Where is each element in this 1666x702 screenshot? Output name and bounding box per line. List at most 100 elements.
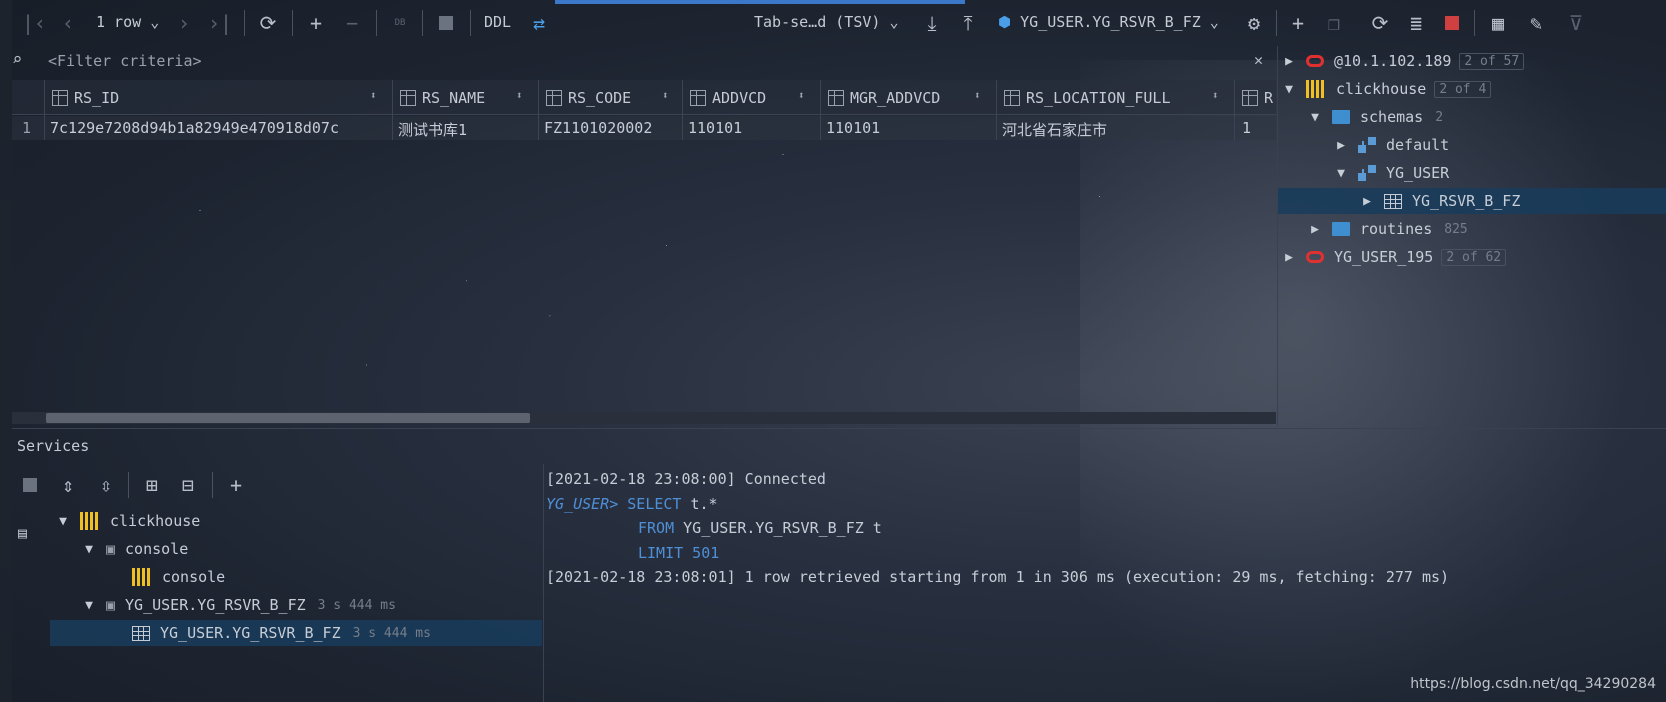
left-tool-strip <box>0 0 12 702</box>
rows-count-dropdown[interactable]: 1 row ⌄ <box>96 13 159 31</box>
tree-item-datasource[interactable]: ▶ @10.1.102.189 2 of 57 <box>1282 48 1525 74</box>
column-header-rs-name[interactable]: RS_NAME <box>400 87 485 109</box>
export-format-dropdown[interactable]: Tab-se…d (TSV) ⌄ <box>754 13 899 31</box>
collapse-arrow-icon[interactable]: ▼ <box>82 598 96 613</box>
last-page-icon[interactable]: ›| <box>208 10 232 36</box>
add-service-icon[interactable]: + <box>224 472 248 498</box>
tree-item-routines[interactable]: ▶ routines 825 <box>1308 216 1468 242</box>
tree-item-schemas[interactable]: ▼ schemas 2 <box>1308 104 1443 130</box>
add-datasource-icon[interactable]: + <box>1286 10 1310 36</box>
tree-item-yg-user-195[interactable]: ▶ YG_USER_195 2 of 62 <box>1282 244 1507 270</box>
sort-icon[interactable]: ⬍ <box>516 89 523 102</box>
column-header-rs-code[interactable]: RS_CODE <box>546 87 631 109</box>
elapsed-time: 3 s 444 ms <box>317 597 396 613</box>
scrollbar-thumb[interactable] <box>46 413 530 423</box>
collapse-arrow-icon[interactable]: ▼ <box>56 514 70 529</box>
cell-mgr-addvcd[interactable]: 110101 <box>826 119 996 137</box>
first-page-icon[interactable]: |‹ <box>22 10 46 36</box>
expand-arrow-icon[interactable]: ▶ <box>1360 194 1374 209</box>
group-icon[interactable]: ⊞ <box>140 472 164 498</box>
filter-bar[interactable]: ⌕ <Filter criteria> ✕ <box>12 48 1276 76</box>
ddl-button[interactable]: DDL <box>484 13 511 31</box>
count-badge: 2 of 4 <box>1434 80 1492 98</box>
column-label: RS_CODE <box>568 89 632 107</box>
table-view-icon[interactable]: ▦ <box>1486 10 1510 36</box>
collapse-arrow-icon[interactable]: ▼ <box>1308 110 1322 125</box>
item-count: 825 <box>1444 221 1468 237</box>
console-line-from: FROM YG_USER.YG_RSVR_B_FZ t <box>638 519 882 537</box>
column-header-mgr-addvcd[interactable]: MGR_ADDVCD <box>828 87 940 109</box>
cell-r[interactable]: 1 <box>1242 119 1272 137</box>
edit-icon[interactable]: ✎ <box>1524 10 1548 36</box>
tree-item-clickhouse[interactable]: ▼ clickhouse 2 of 4 <box>1282 76 1492 102</box>
service-item-session[interactable]: ▼ ▣ YG_USER.YG_RSVR_B_FZ 3 s 444 ms <box>82 592 396 618</box>
schema-icon <box>1358 165 1376 181</box>
compare-icon[interactable]: ⇄ <box>526 10 552 36</box>
remove-row-icon[interactable]: − <box>340 10 364 36</box>
service-item-console[interactable]: console <box>132 564 225 590</box>
table-selector-dropdown[interactable]: ⬢ YG_USER.YG_RSVR_B_FZ ⌄ <box>998 13 1219 31</box>
new-tab-icon[interactable]: ⊟ <box>176 472 200 498</box>
service-item-console-group[interactable]: ▼ ▣ console <box>82 536 188 562</box>
sort-icon[interactable]: ⬍ <box>662 89 669 102</box>
column-divider <box>820 80 821 140</box>
tree-item-label: @10.1.102.189 <box>1334 52 1452 70</box>
collapse-arrow-icon[interactable]: ▼ <box>1282 82 1296 97</box>
tree-item-yg-rsvr-b-fz[interactable]: ▶ YG_RSVR_B_FZ <box>1278 188 1666 214</box>
prev-page-icon[interactable]: ‹ <box>56 10 80 36</box>
column-divider <box>392 80 393 140</box>
tree-item-label: routines <box>1360 220 1433 238</box>
service-item-result[interactable]: YG_USER.YG_RSVR_B_FZ 3 s 444 ms <box>50 620 542 646</box>
column-header-rs-location-full[interactable]: RS_LOCATION_FULL <box>1004 87 1171 109</box>
column-header-addvcd[interactable]: ADDVCD <box>690 87 766 109</box>
tree-item-label: schemas <box>1360 108 1424 126</box>
clickhouse-icon <box>132 568 152 586</box>
expand-arrow-icon[interactable]: ▶ <box>1308 222 1322 237</box>
horizontal-scrollbar[interactable] <box>12 412 1276 424</box>
download-icon[interactable]: ⤓ <box>920 10 944 36</box>
expand-all-icon[interactable]: ⇕ <box>56 472 80 498</box>
service-item-clickhouse[interactable]: ▼ clickhouse <box>56 508 200 534</box>
sort-icon[interactable]: ⬍ <box>1212 89 1219 102</box>
next-page-icon[interactable]: › <box>172 10 196 36</box>
sync-icon[interactable]: ⟳ <box>1368 10 1392 36</box>
filter-icon[interactable]: ⊽ <box>1564 10 1588 36</box>
stop-red-icon[interactable] <box>1440 10 1464 36</box>
submit-db-icon[interactable]: DB <box>388 10 412 36</box>
sort-icon[interactable]: ⬍ <box>798 89 805 102</box>
column-divider <box>996 80 997 140</box>
expand-arrow-icon[interactable]: ▶ <box>1282 250 1296 265</box>
cell-addvcd[interactable]: 110101 <box>688 119 818 137</box>
stop-icon[interactable] <box>18 472 42 498</box>
add-row-icon[interactable]: + <box>304 10 328 36</box>
expand-arrow-icon[interactable]: ▶ <box>1282 54 1296 69</box>
toolbar-separator <box>128 472 129 498</box>
cell-rs-name[interactable]: 测试书库1 <box>398 119 538 140</box>
collapse-all-icon[interactable]: ⇳ <box>94 472 118 498</box>
tree-item-default[interactable]: ▶ default <box>1334 132 1449 158</box>
cell-rs-location-full[interactable]: 河北省石家庄市 <box>1002 119 1232 140</box>
column-header-rs-id[interactable]: RS_ID <box>52 87 119 109</box>
console-output[interactable]: [2021-02-18 23:08:00] Connected YG_USER>… <box>543 464 1666 702</box>
search-icon: ⌕ <box>12 50 23 70</box>
sort-icon[interactable]: ⬍ <box>370 89 377 102</box>
elapsed-time: 3 s 444 ms <box>352 625 431 641</box>
refresh-icon[interactable]: ⟳ <box>256 10 280 36</box>
properties-icon[interactable]: ≣ <box>1404 10 1428 36</box>
stop-icon[interactable] <box>434 10 458 36</box>
tree-item-label: default <box>1386 136 1450 154</box>
cell-rs-code[interactable]: FZ1101020002 <box>544 119 684 137</box>
tree-item-yg-user[interactable]: ▼ YG_USER <box>1334 160 1449 186</box>
expand-arrow-icon[interactable]: ▶ <box>1334 138 1348 153</box>
collapse-arrow-icon[interactable]: ▼ <box>82 542 96 557</box>
gear-icon[interactable]: ⚙ <box>1242 10 1266 36</box>
filter-input[interactable]: <Filter criteria> <box>48 52 202 70</box>
column-header-r[interactable]: R <box>1242 87 1273 109</box>
cell-rs-id[interactable]: 7c129e7208d94b1a82949e470918d07c <box>50 119 390 137</box>
collapse-arrow-icon[interactable]: ▼ <box>1334 166 1348 181</box>
copy-icon[interactable]: ❐ <box>1322 10 1346 36</box>
close-icon[interactable]: ✕ <box>1254 51 1263 69</box>
upload-icon[interactable]: ⤒ <box>956 10 980 36</box>
sort-icon[interactable]: ⬍ <box>974 89 981 102</box>
table-row[interactable]: 1 7c129e7208d94b1a82949e470918d07c 测试书库1… <box>12 116 1276 140</box>
